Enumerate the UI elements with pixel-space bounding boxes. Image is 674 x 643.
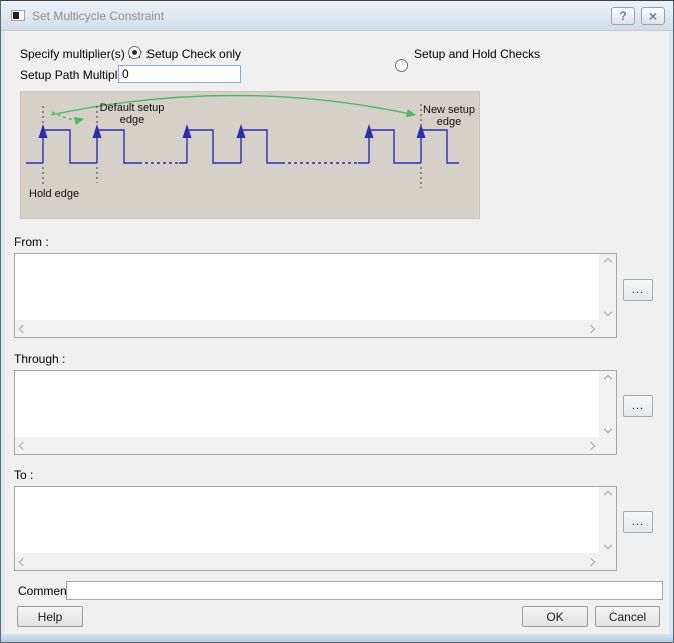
window-icon [11,10,25,21]
chevron-left-icon[interactable] [19,324,27,332]
scrollbar-corner [599,437,616,454]
from-horizontal-scrollbar[interactable] [15,320,599,337]
chevron-left-icon[interactable] [19,557,27,565]
window-title: Set Multicycle Constraint [32,9,611,23]
default-setup-edge-label: Default setup edge [99,102,165,126]
radio-setup-check-only[interactable] [128,46,141,59]
clock-waveform-graphic [21,92,479,218]
chevron-right-icon[interactable] [587,557,595,565]
from-textarea[interactable] [14,253,617,338]
titlebar[interactable]: Set Multicycle Constraint ? × [1,1,673,31]
radio-setup-and-hold[interactable] [395,59,408,72]
chevron-up-icon[interactable] [603,375,611,383]
to-horizontal-scrollbar[interactable] [15,553,599,570]
through-horizontal-scrollbar[interactable] [15,437,599,454]
chevron-up-icon[interactable] [603,258,611,266]
through-browse-button[interactable]: ... [623,395,653,417]
rising-edge-arrows [39,124,426,138]
ok-button[interactable]: OK [522,606,588,627]
from-vertical-scrollbar[interactable] [599,254,616,320]
chevron-right-icon[interactable] [587,324,595,332]
chevron-up-icon[interactable] [603,491,611,499]
setup-path-multiplier-input[interactable] [118,65,241,83]
close-icon: × [649,8,657,24]
comment-input[interactable] [66,581,663,600]
chevron-right-icon[interactable] [587,441,595,449]
to-text[interactable] [15,487,599,553]
multicycle-diagram: Default setup edge New setup edge Hold e… [20,91,480,219]
through-text[interactable] [15,371,599,437]
from-browse-button[interactable]: ... [623,279,653,301]
hold-edge-label: Hold edge [29,188,89,200]
close-button[interactable]: × [641,7,665,25]
to-vertical-scrollbar[interactable] [599,487,616,553]
radio-setup-check-only-label[interactable]: Setup Check only [147,48,241,61]
from-text[interactable] [15,254,599,320]
titlebar-help-button[interactable]: ? [611,7,635,25]
chevron-down-icon[interactable] [603,425,611,433]
from-label: From : [14,236,49,249]
through-vertical-scrollbar[interactable] [599,371,616,437]
through-textarea[interactable] [14,370,617,455]
dialog-body: Specify multiplier(s) for : Setup Check … [5,31,669,634]
scrollbar-corner [599,553,616,570]
to-browse-button[interactable]: ... [623,511,653,533]
to-textarea[interactable] [14,486,617,571]
chevron-down-icon[interactable] [603,308,611,316]
new-setup-edge-label: New setup edge [421,104,477,128]
to-label: To : [14,469,33,482]
chevron-down-icon[interactable] [603,541,611,549]
question-icon: ? [619,9,626,23]
radio-setup-and-hold-label[interactable]: Setup and Hold Checks [414,48,540,61]
through-label: Through : [14,353,65,366]
help-button[interactable]: Help [17,606,83,627]
window-bottom-frame [1,634,673,642]
cancel-button[interactable]: Cancel [595,606,660,627]
chevron-left-icon[interactable] [19,441,27,449]
dialog-window: Set Multicycle Constraint ? × Specify mu… [0,0,674,643]
scrollbar-corner [599,320,616,337]
